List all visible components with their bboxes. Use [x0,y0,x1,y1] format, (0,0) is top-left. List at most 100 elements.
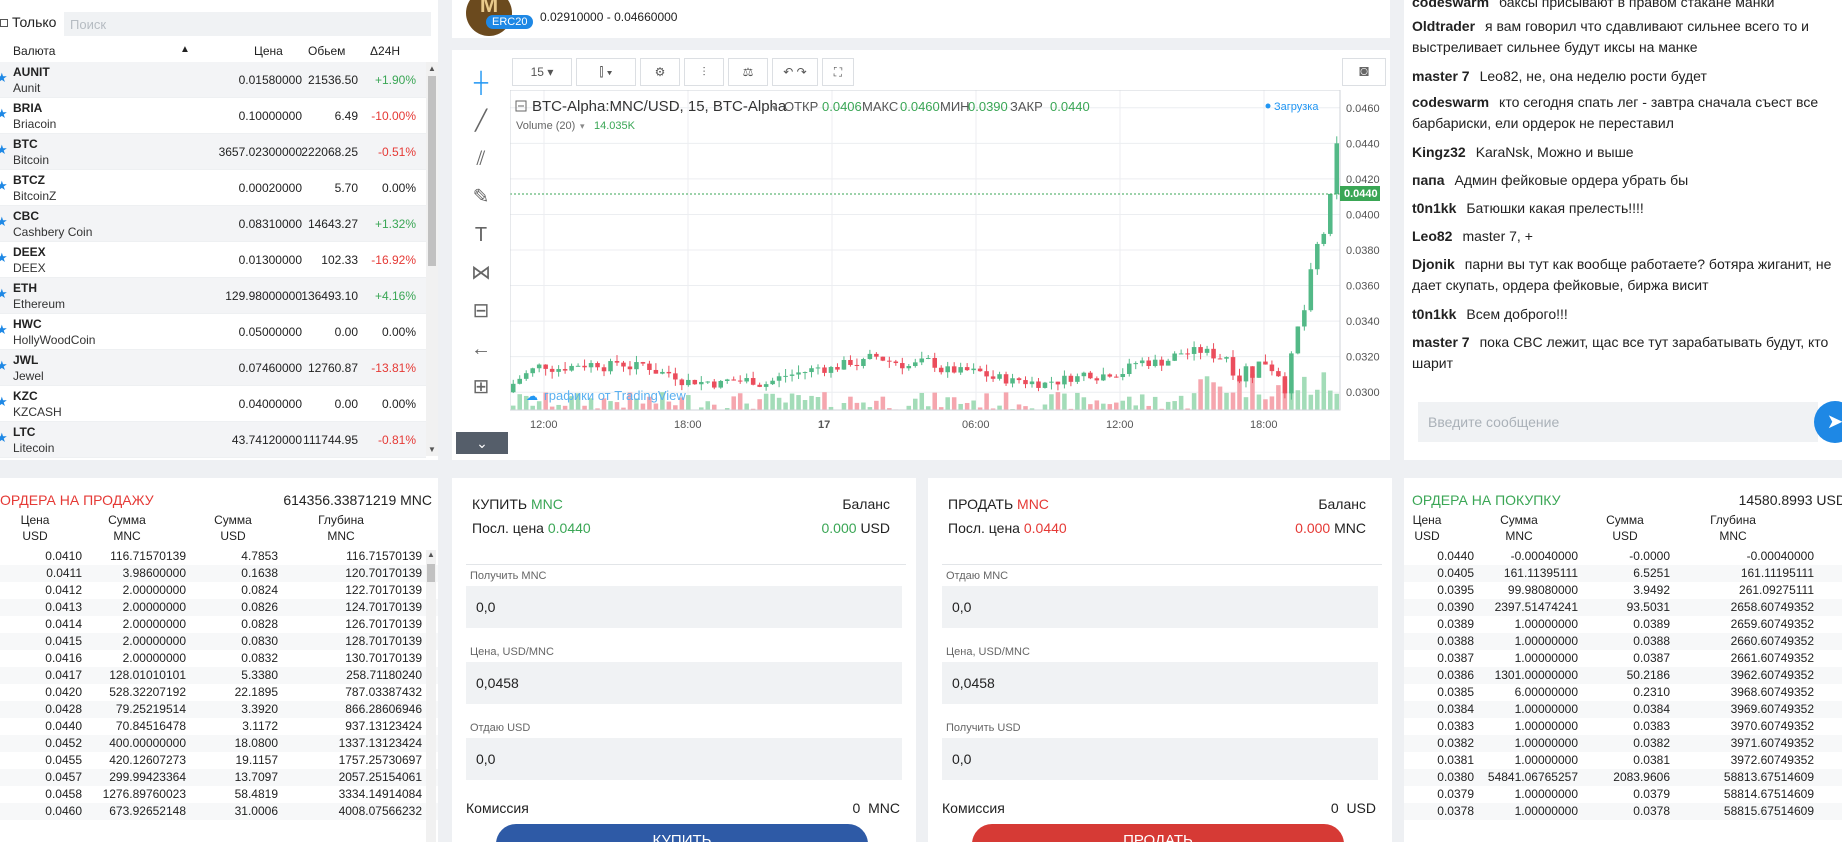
star-icon[interactable]: ★ [0,322,8,338]
market-row[interactable]: ★ ETH Ethereum 129.98000000 136493.10 +4.16% [0,278,426,314]
undo-icon[interactable]: ↶ [783,65,793,79]
order-row[interactable]: 0.0387 1.00000000 0.0387 2661.60749352 [1404,650,1842,667]
order-row[interactable]: 0.0389 1.00000000 0.0389 2659.60749352 [1404,616,1842,633]
market-search-input[interactable] [64,12,431,36]
chart-type-select[interactable]: ⫿ ▾ [576,58,636,86]
market-row[interactable]: ★ KZC KZCASH 0.04000000 0.00 0.00% [0,386,426,422]
order-row[interactable]: 0.0384 1.00000000 0.0384 3969.60749352 [1404,701,1842,718]
order-row[interactable]: 0.0386 1301.00000000 50.2186 3962.60749352 [1404,667,1842,684]
chat-username[interactable]: t0n1kk [1412,200,1456,216]
scroll-thumb[interactable] [428,76,436,266]
collapse-toolbar-icon[interactable]: ⌄ [456,432,508,454]
order-row[interactable]: 0.0412 2.00000000 0.0824 122.70170139 [0,582,438,599]
order-row[interactable]: 0.0410 116.71570139 4.7853 116.71570139 [0,548,438,565]
chat-username[interactable]: t0n1kk [1412,306,1456,322]
market-row[interactable]: ★ HWC HollyWoodCoin 0.05000000 0.00 0.00% [0,314,426,350]
order-row[interactable]: 0.0390 2397.51474241 93.5031 2658.60749352 [1404,599,1842,616]
redo-icon[interactable]: ↷ [797,65,807,79]
receive-amount-input[interactable] [942,738,1378,780]
price-input[interactable] [466,662,902,704]
header-change[interactable]: Δ24H [370,44,400,58]
star-icon[interactable]: ★ [0,70,8,86]
indicators-button[interactable]: ⫶ [684,58,724,86]
interval-select[interactable]: 15 ▾ [512,58,572,86]
receive-amount-input[interactable] [466,586,902,628]
crosshair-icon[interactable]: ┼ [462,68,500,98]
order-row[interactable]: 0.0440 -0.00040000 -0.0000 -0.00040000 [1404,548,1842,565]
chat-username[interactable]: Kingz32 [1412,144,1466,160]
chat-username[interactable]: codeswarm [1412,0,1489,10]
give-amount-input[interactable] [466,738,902,780]
chat-username[interactable]: codeswarm [1412,94,1489,110]
market-row[interactable]: ★ BTCZ BitcoinZ 0.00020000 5.70 0.00% [0,170,426,206]
settings-button[interactable]: ⚙ [640,58,680,86]
star-icon[interactable]: ★ [0,286,8,302]
star-icon[interactable]: ★ [0,142,8,158]
market-row[interactable]: ★ BRIA Briacoin 0.10000000 6.49 -10.00% [0,98,426,134]
chat-username[interactable]: Oldtrader [1412,18,1475,34]
star-icon[interactable]: ★ [0,430,8,446]
sell-orders-scrollbar[interactable]: ▲ [426,550,436,842]
order-row[interactable]: 0.0440 70.84516478 3.1172 937.13123424 [0,718,438,735]
order-row[interactable]: 0.0417 128.01010101 5.3380 258.71180240 [0,667,438,684]
pitchfork-icon[interactable]: ⫽ [462,144,500,174]
order-row[interactable]: 0.0383 1.00000000 0.0383 3970.60749352 [1404,718,1842,735]
market-row[interactable]: ★ LTC Litecoin 43.74120000 111744.95 -0.81% [0,422,426,458]
markets-scrollbar[interactable]: ▲ ▼ [426,62,438,456]
fullscreen-button[interactable]: ⛶ [822,58,854,86]
star-icon[interactable]: ★ [0,394,8,410]
order-row[interactable]: 0.0455 420.12607273 19.1157 1757.25730697 [0,752,438,769]
order-row[interactable]: 0.0414 2.00000000 0.0828 126.70170139 [0,616,438,633]
send-button[interactable]: ➤ [1814,401,1842,443]
order-row[interactable]: 0.0388 1.00000000 0.0388 2660.60749352 [1404,633,1842,650]
order-row[interactable]: 0.0395 99.98080000 3.9492 261.09275111 [1404,582,1842,599]
chat-message-input[interactable] [1418,402,1818,442]
undo-redo-group[interactable]: ↶ ↷ [772,58,818,86]
text-tool-icon[interactable]: T [462,220,500,250]
order-row[interactable]: 0.0428 79.25219514 3.3920 866.28606946 [0,701,438,718]
star-icon[interactable]: ★ [0,358,8,374]
order-row[interactable]: 0.0385 6.00000000 0.2310 3968.60749352 [1404,684,1842,701]
chat-username[interactable]: Djonik [1412,256,1455,272]
order-row[interactable]: 0.0457 299.99423364 13.7097 2057.25154061 [0,769,438,786]
order-row[interactable]: 0.0405 161.11395111 6.5251 161.11195111 [1404,565,1842,582]
order-row[interactable]: 0.0415 2.00000000 0.0830 128.70170139 [0,633,438,650]
screenshot-button[interactable]: ◙ [1342,58,1386,86]
order-row[interactable]: 0.0452 400.00000000 18.0800 1337.13123424 [0,735,438,752]
star-icon[interactable]: ★ [0,250,8,266]
order-row[interactable]: 0.0382 1.00000000 0.0382 3971.60749352 [1404,735,1842,752]
sell-button[interactable]: ПРОДАТЬ [972,824,1344,842]
trendline-icon[interactable]: ╱ [462,106,500,136]
order-row[interactable]: 0.0413 2.00000000 0.0826 124.70170139 [0,599,438,616]
scroll-thumb[interactable] [427,564,435,582]
market-row[interactable]: ★ CBC Cashbery Coin 0.08310000 14643.27 +1.32… [0,206,426,242]
order-row[interactable]: 0.0381 1.00000000 0.0381 3972.60749352 [1404,752,1842,769]
order-row[interactable]: 0.0460 673.92652148 31.0006 4008.07566232 [0,803,438,820]
price-input[interactable] [942,662,1378,704]
pattern-icon[interactable]: ⋈ [462,258,500,288]
sort-up-icon[interactable]: ▲ [180,44,190,55]
compare-button[interactable]: ⚖ [728,58,768,86]
order-row[interactable]: 0.0420 528.32207192 22.1895 787.03387432 [0,684,438,701]
give-amount-input[interactable] [942,586,1378,628]
only-favorites-toggle[interactable]: Только [0,14,56,30]
scroll-up-icon[interactable]: ▲ [428,64,436,73]
order-row[interactable]: 0.0458 1276.89760023 58.4819 3334.14914084 [0,786,438,803]
zoom-icon[interactable]: ⊞ [462,372,500,402]
price-chart[interactable]: 0.0460 0.0440 0.0420 0.0400 0.0380 0.0360 0.03… [510,90,1386,452]
chat-username[interactable]: master 7 [1412,68,1470,84]
market-row[interactable]: ★ JWL Jewel 0.07460000 12760.87 -13.81% [0,350,426,386]
scroll-down-icon[interactable]: ▼ [428,445,436,454]
order-row[interactable]: 0.0380 54841.06765257 2083.9606 58813.67514… [1404,769,1842,786]
order-row[interactable]: 0.0379 1.00000000 0.0379 58814.67514609 [1404,786,1842,803]
measure-icon[interactable]: ⊟ [462,296,500,326]
header-currency[interactable]: Валюта [13,44,55,58]
brush-icon[interactable]: ✎ [462,182,500,212]
back-arrow-icon[interactable]: ← [462,334,500,364]
star-icon[interactable]: ★ [0,214,8,230]
chat-username[interactable]: папа [1412,172,1444,188]
star-icon[interactable]: ★ [0,178,8,194]
buy-button[interactable]: КУПИТЬ [496,824,868,842]
market-row[interactable]: ★ AUNIT Aunit 0.01580000 21536.50 +1.90% [0,62,426,98]
star-icon[interactable]: ★ [0,106,8,122]
